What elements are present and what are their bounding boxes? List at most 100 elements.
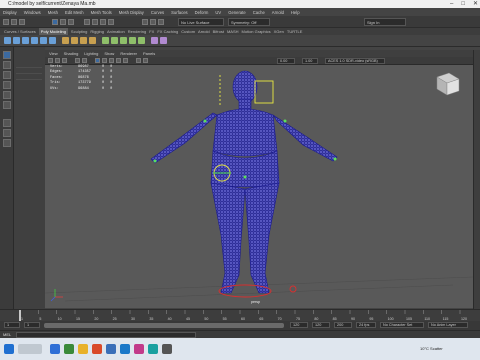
viewport-canvas[interactable]: persp — [45, 65, 473, 308]
menu-item[interactable]: Mesh Display — [119, 10, 144, 15]
menu-item[interactable]: Help — [291, 10, 300, 15]
isolate-icon[interactable] — [143, 58, 148, 63]
menu-item[interactable]: Deform — [195, 10, 209, 15]
menu-item[interactable]: Mesh — [48, 10, 58, 15]
planar-map-icon[interactable] — [160, 37, 167, 44]
character-set-dropdown[interactable]: No Character Set — [380, 322, 424, 328]
paint-icon[interactable] — [3, 71, 11, 79]
select-icon[interactable] — [3, 51, 11, 59]
extrude-icon[interactable] — [102, 37, 109, 44]
single-view-icon[interactable] — [3, 119, 11, 127]
boolean-icon[interactable] — [89, 37, 96, 44]
shelf-tab[interactable]: Animation — [107, 28, 125, 35]
menu-item[interactable]: Windows — [24, 10, 41, 15]
menu-item[interactable]: Display — [3, 10, 17, 15]
symmetry-dropdown[interactable]: Symmetry: Off — [228, 18, 270, 26]
separate-icon[interactable] — [71, 37, 78, 44]
shelf-tab[interactable]: Rendering — [128, 28, 146, 35]
four-view-icon[interactable] — [3, 129, 11, 137]
select-tool-icon[interactable] — [52, 19, 58, 25]
viewport-menu-item[interactable]: Renderer — [120, 50, 137, 57]
taskbar-app-icon[interactable] — [148, 344, 158, 354]
plane-icon[interactable] — [49, 37, 56, 44]
open-scene-icon[interactable] — [11, 19, 17, 25]
save-scene-icon[interactable] — [19, 19, 25, 25]
shelf-tab[interactable]: MASH — [227, 28, 239, 35]
snap-grid-icon[interactable] — [84, 19, 90, 25]
search-icon[interactable] — [18, 344, 42, 354]
menu-item[interactable]: Generate — [228, 10, 245, 15]
rotate-icon[interactable] — [3, 91, 11, 99]
multicut-icon[interactable] — [129, 37, 136, 44]
viewport-menu-item[interactable]: Panels — [143, 50, 155, 57]
grid-toggle-icon[interactable] — [75, 58, 80, 63]
menu-item[interactable]: UV — [215, 10, 221, 15]
snap-view-icon[interactable] — [108, 19, 114, 25]
smooth-icon[interactable] — [80, 37, 87, 44]
colorspace-dropdown[interactable]: ACES 1.0 SDR-video (sRGB) — [325, 58, 385, 64]
menu-item[interactable]: Surfaces — [171, 10, 188, 15]
shelf-tab[interactable]: Poly Modeling — [38, 28, 68, 35]
torus-icon[interactable] — [40, 37, 47, 44]
shelf-tab[interactable]: Sculpting — [71, 28, 87, 35]
scale-icon[interactable] — [3, 101, 11, 109]
shelf-tab[interactable]: Arnold — [198, 28, 210, 35]
camera-attributes-icon[interactable] — [55, 58, 60, 63]
minimize-button[interactable]: – — [450, 0, 453, 8]
shelf-tab[interactable]: TURTLE — [287, 28, 302, 35]
range-bar[interactable] — [44, 323, 284, 328]
viewport-menu-item[interactable]: Shading — [64, 50, 79, 57]
outliner-layout-icon[interactable] — [3, 139, 11, 147]
taskbar-app-icon[interactable] — [120, 344, 130, 354]
range-start-field[interactable]: 1 — [4, 322, 20, 328]
smooth-shade-icon[interactable] — [102, 58, 107, 63]
bookmark-icon[interactable] — [62, 58, 67, 63]
viewport-menu-item[interactable]: Lighting — [84, 50, 98, 57]
snap-point-icon[interactable] — [100, 19, 106, 25]
cylinder-icon[interactable] — [22, 37, 29, 44]
taskbar-app-icon[interactable] — [64, 344, 74, 354]
menu-item[interactable]: Curves — [151, 10, 164, 15]
ipr-render-icon[interactable] — [150, 19, 156, 25]
windows-start-icon[interactable] — [4, 344, 14, 354]
maximize-button[interactable]: □ — [461, 0, 465, 8]
textured-icon[interactable] — [109, 58, 114, 63]
new-scene-icon[interactable] — [3, 19, 9, 25]
viewport-menu-item[interactable]: Show — [104, 50, 114, 57]
shelf-tab[interactable]: Curves / Surfaces — [4, 28, 36, 35]
range-inner-end-field[interactable]: 120 — [290, 322, 308, 328]
lasso-tool-icon[interactable] — [60, 19, 66, 25]
shelf-tab[interactable]: Custom — [181, 28, 195, 35]
sphere-icon[interactable] — [4, 37, 11, 44]
shelf-tab[interactable]: FX Caching — [157, 28, 178, 35]
range-end-field[interactable]: 120 — [312, 322, 330, 328]
taskbar-app-icon[interactable] — [92, 344, 102, 354]
lasso-icon[interactable] — [3, 61, 11, 69]
exposure-field[interactable]: 0.00 — [277, 58, 295, 64]
lights-icon[interactable] — [116, 58, 121, 63]
range-inner-start-field[interactable]: 1 — [24, 322, 40, 328]
menu-item[interactable]: Edit Mesh — [65, 10, 84, 15]
taskbar-app-icon[interactable] — [134, 344, 144, 354]
paint-select-icon[interactable] — [68, 19, 74, 25]
weather-status[interactable]: 10°C Scatter — [420, 346, 443, 351]
menu-item[interactable]: Arnold — [272, 10, 284, 15]
perspective-viewport[interactable]: persp — [45, 65, 473, 308]
snap-curve-icon[interactable] — [92, 19, 98, 25]
render-icon[interactable] — [142, 19, 148, 25]
shadows-icon[interactable] — [123, 58, 128, 63]
live-surface-field[interactable]: No Live Surface — [178, 18, 224, 26]
fps-dropdown[interactable]: 24 fps — [356, 322, 376, 328]
range-outer-end-field[interactable]: 200 — [334, 322, 352, 328]
taskbar-app-icon[interactable] — [50, 344, 60, 354]
gamma-field[interactable]: 1.00 — [302, 58, 318, 64]
menu-item[interactable]: Mesh Tools — [91, 10, 112, 15]
combine-icon[interactable] — [62, 37, 69, 44]
shelf-tab[interactable]: XGen — [274, 28, 284, 35]
camera-icon[interactable] — [48, 58, 53, 63]
taskbar-app-icon[interactable] — [106, 344, 116, 354]
menu-item[interactable]: Cache — [253, 10, 265, 15]
shelf-tab[interactable]: Bifrost — [213, 28, 224, 35]
film-gate-icon[interactable] — [82, 58, 87, 63]
sign-in-button[interactable]: Sign In — [364, 18, 406, 26]
